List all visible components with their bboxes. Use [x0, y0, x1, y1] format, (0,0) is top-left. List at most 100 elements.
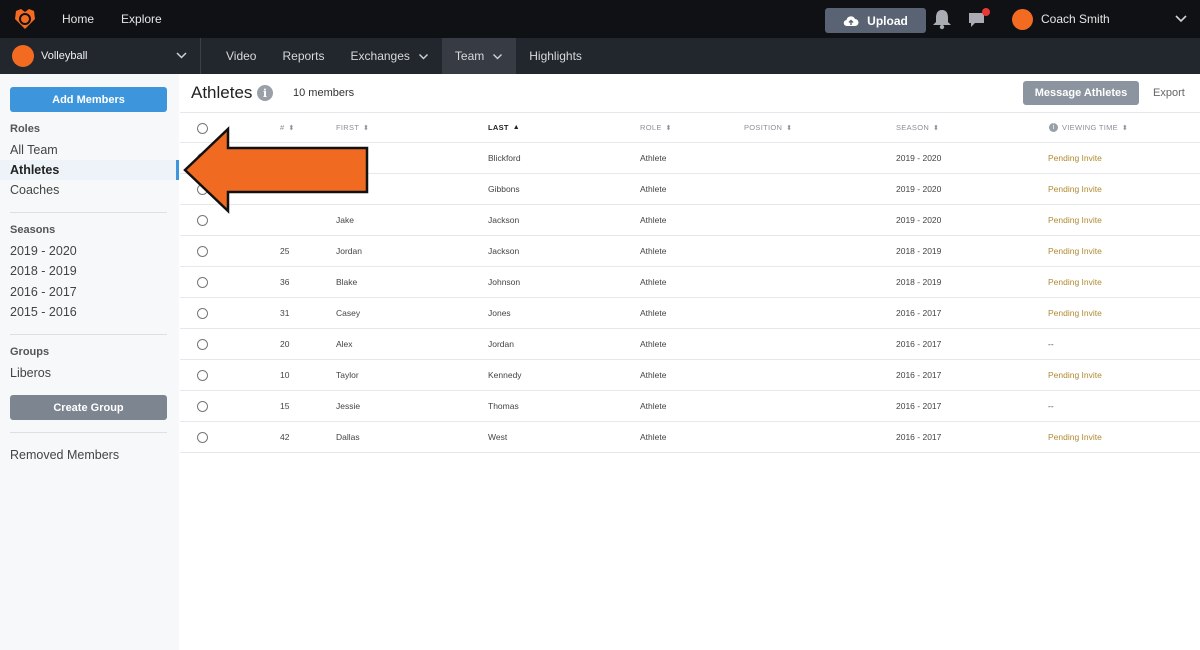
cell-last: Gibbons: [488, 184, 520, 194]
cell-season: 2016 - 2017: [896, 370, 942, 380]
cell-role: Athlete: [640, 215, 667, 225]
column-header-viewing-time[interactable]: i VIEWING TIME ⬍: [1049, 123, 1128, 132]
upload-button[interactable]: Upload: [825, 8, 926, 33]
avatar[interactable]: [1012, 9, 1033, 30]
table-row[interactable]: 20 Alex Jordan Athlete 2016 - 2017 --: [180, 329, 1200, 360]
team-nav-bar: Volleyball Video Reports Exchanges Team High…: [0, 38, 1200, 74]
chevron-down-icon[interactable]: [1174, 12, 1188, 26]
table-row[interactable]: 31 Casey Jones Athlete 2016 - 2017 Pending In…: [180, 298, 1200, 329]
sidebar-item-coaches[interactable]: Coaches: [10, 183, 59, 197]
row-select-radio[interactable]: [197, 308, 208, 319]
cell-num: 31: [280, 308, 290, 318]
cell-viewing: Pending Invite: [1048, 246, 1102, 256]
cell-role: Athlete: [640, 401, 667, 411]
table-row[interactable]: 42 Dallas West Athlete 2016 - 2017 Pending In…: [180, 422, 1200, 453]
sidebar-item-athletes[interactable]: Athletes: [10, 163, 59, 177]
row-select-radio[interactable]: [197, 339, 208, 350]
user-name[interactable]: Coach Smith: [1041, 12, 1110, 26]
message-athletes-button[interactable]: Message Athletes: [1023, 81, 1139, 105]
sidebar-item-all-team[interactable]: All Team: [10, 143, 58, 157]
cell-season: 2019 - 2020: [896, 215, 942, 225]
info-icon[interactable]: i: [1049, 123, 1058, 132]
cell-num: 25: [280, 246, 290, 256]
add-members-button[interactable]: Add Members: [10, 87, 167, 112]
sidebar-item-liberos[interactable]: Liberos: [10, 366, 51, 380]
sidebar-item-season-2016[interactable]: 2016 - 2017: [10, 285, 77, 299]
cell-num: 10: [280, 370, 290, 380]
table-row[interactable]: 25 Jordan Jackson Athlete 2018 - 2019 Pending…: [180, 236, 1200, 267]
tab-label: Reports: [282, 49, 325, 63]
cell-last: Jones: [488, 308, 511, 318]
cell-viewing: Pending Invite: [1048, 370, 1102, 380]
cell-viewing: Pending Invite: [1048, 215, 1102, 225]
cell-first: Dallas: [336, 432, 360, 442]
sidebar-item-season-2015[interactable]: 2015 - 2016: [10, 305, 77, 319]
cell-viewing: --: [1048, 339, 1054, 349]
cell-last: Jackson: [488, 246, 520, 256]
seasons-heading: Seasons: [10, 224, 56, 236]
cell-season: 2019 - 2020: [896, 153, 942, 163]
removed-members-link[interactable]: Removed Members: [10, 448, 119, 462]
cell-season: 2016 - 2017: [896, 308, 942, 318]
cell-season: 2019 - 2020: [896, 184, 942, 194]
cell-role: Athlete: [640, 339, 667, 349]
hudl-logo-icon[interactable]: [13, 7, 37, 31]
export-button[interactable]: Export: [1153, 87, 1185, 99]
tab-reports[interactable]: Reports: [269, 38, 337, 74]
cell-viewing: --: [1048, 401, 1054, 411]
page-title: Athletes: [191, 83, 253, 102]
table-row[interactable]: 36 Blake Johnson Athlete 2018 - 2019 Pending …: [180, 267, 1200, 298]
column-header-last[interactable]: LAST ▲: [488, 123, 520, 132]
tab-exchanges[interactable]: Exchanges: [338, 38, 442, 74]
info-icon[interactable]: i: [257, 85, 273, 101]
cell-last: Blickford: [488, 153, 521, 163]
cell-first: Casey: [336, 308, 361, 318]
cell-role: Athlete: [640, 246, 667, 256]
cell-viewing: Pending Invite: [1048, 308, 1102, 318]
chevron-down-icon: [418, 53, 428, 59]
row-select-radio[interactable]: [197, 246, 208, 257]
create-group-button[interactable]: Create Group: [10, 395, 167, 420]
column-header-season[interactable]: SEASON ⬍: [896, 123, 939, 132]
sort-icon: ⬍: [933, 124, 940, 132]
cell-viewing: Pending Invite: [1048, 277, 1102, 287]
chat-icon[interactable]: [966, 7, 992, 31]
row-select-radio[interactable]: [197, 401, 208, 412]
active-indicator: [176, 160, 179, 180]
team-selector[interactable]: Volleyball: [0, 38, 201, 74]
sidebar-item-season-2019[interactable]: 2019 - 2020: [10, 244, 77, 258]
groups-heading: Groups: [10, 346, 50, 358]
chevron-down-icon: [176, 52, 187, 59]
nav-explore[interactable]: Explore: [121, 12, 162, 26]
tab-team[interactable]: Team: [441, 38, 517, 74]
tab-label: Video: [226, 49, 257, 63]
tab-video[interactable]: Video: [213, 38, 269, 74]
row-select-radio[interactable]: [197, 277, 208, 288]
cloud-upload-icon: [843, 15, 859, 26]
cell-role: Athlete: [640, 277, 667, 287]
column-header-position[interactable]: POSITION ⬍: [744, 123, 792, 132]
sort-ascending-icon: ▲: [512, 124, 521, 131]
column-header-role[interactable]: ROLE ⬍: [640, 123, 672, 132]
tab-highlights[interactable]: Highlights: [516, 38, 595, 74]
row-select-radio[interactable]: [197, 215, 208, 226]
table-row[interactable]: 10 Taylor Kennedy Athlete 2016 - 2017 Pending…: [180, 360, 1200, 391]
divider: [10, 334, 167, 335]
row-select-radio[interactable]: [197, 370, 208, 381]
bell-icon[interactable]: [930, 8, 954, 30]
sort-icon: ⬍: [1121, 124, 1129, 132]
cell-first: Jessie: [336, 401, 361, 411]
table-row[interactable]: 15 Jessie Thomas Athlete 2016 - 2017 --: [180, 391, 1200, 422]
cell-season: 2016 - 2017: [896, 432, 942, 442]
team-nav: Video Reports Exchanges Team Highlights: [213, 38, 595, 74]
cell-last: Thomas: [488, 401, 519, 411]
nav-home[interactable]: Home: [62, 12, 94, 26]
member-count: 10 members: [293, 87, 355, 99]
row-select-radio[interactable]: [197, 432, 208, 443]
cell-first: Jake: [336, 215, 354, 225]
cell-num: 15: [280, 401, 290, 411]
team-name: Volleyball: [41, 50, 88, 62]
cell-season: 2018 - 2019: [896, 277, 942, 287]
cell-first: Alex: [336, 339, 353, 349]
sidebar-item-season-2018[interactable]: 2018 - 2019: [10, 264, 77, 278]
